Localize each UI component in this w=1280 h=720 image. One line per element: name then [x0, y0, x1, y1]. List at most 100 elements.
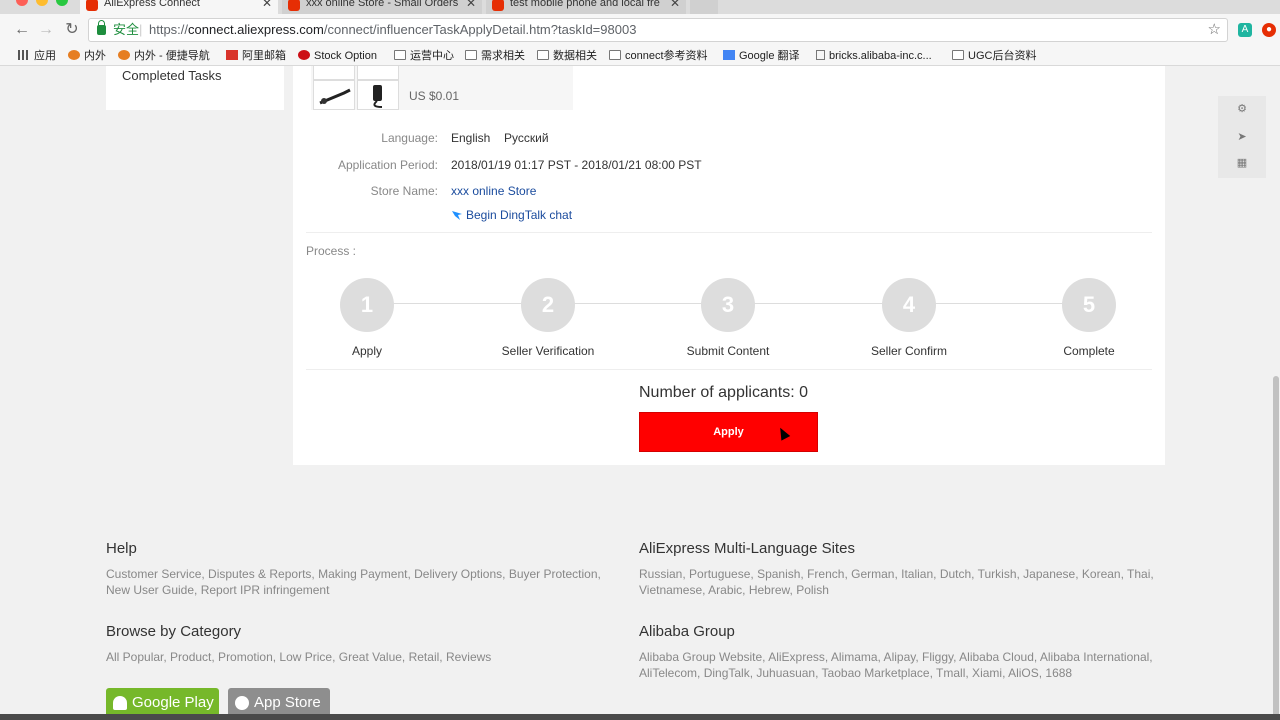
bookmark-item[interactable]: 阿里邮箱 [226, 49, 286, 63]
bookmark-star-icon[interactable]: ☆ [1208, 19, 1221, 41]
aliexpress-favicon-icon [288, 0, 300, 11]
footer-help-links[interactable]: Customer Service, Disputes & Reports, Ma… [106, 566, 626, 598]
tab-title: xxx online Store - Small Orders [306, 0, 459, 9]
tab-title: test mobile phone and local fre [510, 0, 660, 9]
page-scrollbar[interactable] [1272, 66, 1280, 720]
reload-icon[interactable]: ↻ [62, 20, 82, 40]
google-translate-icon [723, 50, 735, 60]
step-2-label: Seller Verification [501, 344, 595, 358]
close-tab-icon[interactable]: ✕ [670, 0, 680, 12]
menu-completed-tasks[interactable]: Completed Tasks [122, 68, 221, 83]
folder-icon [465, 50, 477, 60]
bookmark-folder[interactable]: 需求相关 [465, 49, 525, 63]
scrollbar-thumb[interactable] [1273, 376, 1279, 720]
bookmark-folder[interactable]: UGC后台资料 [952, 49, 1036, 63]
apply-button[interactable]: Apply [639, 412, 818, 452]
footer-category: Browse by Category All Popular, Product,… [106, 623, 626, 665]
product-thumbnail[interactable] [313, 66, 355, 80]
language-english: English [451, 131, 491, 145]
footer-alibaba-links[interactable]: Alibaba Group Website, AliExpress, Alima… [639, 649, 1159, 681]
charger-adapter-image [373, 85, 383, 108]
folder-icon [394, 50, 406, 60]
language-label: Language: [381, 131, 438, 145]
footer-category-title: Browse by Category [106, 623, 242, 640]
opera-logo-icon [298, 50, 310, 60]
dingtalk-icon [452, 211, 462, 220]
apple-icon [235, 696, 249, 710]
step-5-label: Complete [1063, 344, 1115, 358]
bookmark-logo-icon [68, 50, 80, 60]
calendar-icon[interactable]: ▦ [1235, 156, 1249, 170]
bookmark-item[interactable]: Stock Option [298, 49, 377, 63]
close-tab-icon[interactable]: ✕ [466, 0, 476, 12]
browser-tab[interactable]: test mobile phone and local fre ✕ [486, 0, 686, 14]
process-label: Process : [306, 244, 357, 258]
new-tab-button[interactable] [690, 0, 718, 14]
address-bar[interactable]: 安全 | https://connect.aliexpress.com/conn… [88, 18, 1228, 42]
close-window-icon[interactable] [16, 0, 28, 6]
bookmark-folder[interactable]: 数据相关 [537, 49, 597, 63]
period-value: 2018/01/19 01:17 PST - 2018/01/21 08:00 … [451, 158, 702, 172]
browser-tab[interactable]: xxx online Store - Small Orders ✕ [282, 0, 482, 14]
tab-title: AliExpress Connect [104, 0, 200, 9]
url-path: /connect/influencerTaskApplyDetail.htm?t… [323, 22, 637, 37]
step-5-circle: 5 [1062, 278, 1116, 332]
product-thumbnails: US $0.01 [311, 66, 573, 110]
period-label: Application Period: [337, 158, 438, 172]
folder-icon [537, 50, 549, 60]
browser-tab-bar: AliExpress Connect ✕ xxx online Store - … [0, 0, 1280, 14]
lock-icon [97, 20, 106, 35]
step-4-circle: 4 [882, 278, 936, 332]
dingtalk-chat-label: Begin DingTalk chat [466, 208, 573, 222]
product-thumbnail[interactable] [357, 66, 399, 80]
google-play-label: Google Play [132, 694, 214, 711]
mouse-cursor-icon [775, 425, 791, 441]
bookmarks-bar: 应用 内外 内外 - 便捷导航 阿里邮箱 Stock Option 运营中心 需… [0, 46, 1280, 66]
users-icon[interactable]: ⚙ [1235, 102, 1249, 116]
back-arrow-icon[interactable]: ← [12, 20, 32, 40]
aliexpress-extension-icon[interactable]: ● [1262, 23, 1276, 37]
bookmark-folder[interactable]: 运营中心 [394, 49, 454, 63]
bookmark-item[interactable]: bricks.alibaba-inc.c... [816, 49, 932, 63]
step-1-circle: 1 [340, 278, 394, 332]
language-russian: Русский [504, 131, 549, 145]
bookmark-item[interactable]: 内外 - 便捷导航 [118, 49, 210, 63]
close-tab-icon[interactable]: ✕ [262, 0, 272, 12]
folder-icon [952, 50, 964, 60]
dingtalk-chat-link[interactable]: Begin DingTalk chat [451, 208, 572, 222]
bookmark-item[interactable]: 内外 [68, 49, 106, 63]
bookmark-folder[interactable]: connect参考资料 [609, 49, 708, 63]
divider [306, 232, 1152, 233]
footer-multilang-links[interactable]: Russian, Portuguese, Spanish, French, Ge… [639, 566, 1159, 598]
product-thumbnail[interactable] [313, 80, 355, 110]
product-thumbnail[interactable] [357, 80, 399, 110]
footer-category-links[interactable]: All Popular, Product, Promotion, Low Pri… [106, 649, 626, 665]
applicants-count: Number of applicants: 0 [639, 384, 808, 401]
footer-help-title: Help [106, 540, 137, 557]
mail-logo-icon [226, 50, 238, 60]
minimize-window-icon[interactable] [36, 0, 48, 6]
step-4-label: Seller Confirm [870, 344, 948, 358]
maximize-window-icon[interactable] [56, 0, 68, 6]
url-text: https://connect.aliexpress.com/connect/i… [149, 19, 636, 41]
android-icon [113, 696, 127, 710]
store-name-link[interactable]: xxx online Store [451, 184, 536, 198]
browser-toolbar: ← → ↻ 安全 | https://connect.aliexpress.co… [0, 14, 1280, 46]
forward-arrow-icon[interactable]: → [36, 20, 56, 40]
floating-toolbar: ⚙ ➤ ▦ [1218, 96, 1266, 178]
apply-button-label: Apply [713, 426, 744, 438]
send-icon[interactable]: ➤ [1235, 130, 1249, 144]
left-menu: Completed Tasks [106, 66, 284, 110]
bookmark-item[interactable]: Google 翻译 [723, 49, 800, 63]
app-store-label: App Store [254, 694, 321, 711]
bookmark-apps[interactable]: 应用 [18, 49, 56, 63]
url-scheme: https:// [149, 22, 189, 37]
footer-multilang: AliExpress Multi-Language Sites Russian,… [639, 540, 1159, 598]
browser-tab-active[interactable]: AliExpress Connect ✕ [80, 0, 278, 14]
translate-extension-icon[interactable]: A [1238, 23, 1252, 37]
aliexpress-favicon-icon [86, 0, 98, 11]
footer-alibaba: Alibaba Group Alibaba Group Website, Ali… [639, 623, 1159, 681]
os-dock [0, 714, 1280, 720]
url-separator: | [139, 22, 143, 37]
task-price: US $0.01 [409, 89, 460, 103]
